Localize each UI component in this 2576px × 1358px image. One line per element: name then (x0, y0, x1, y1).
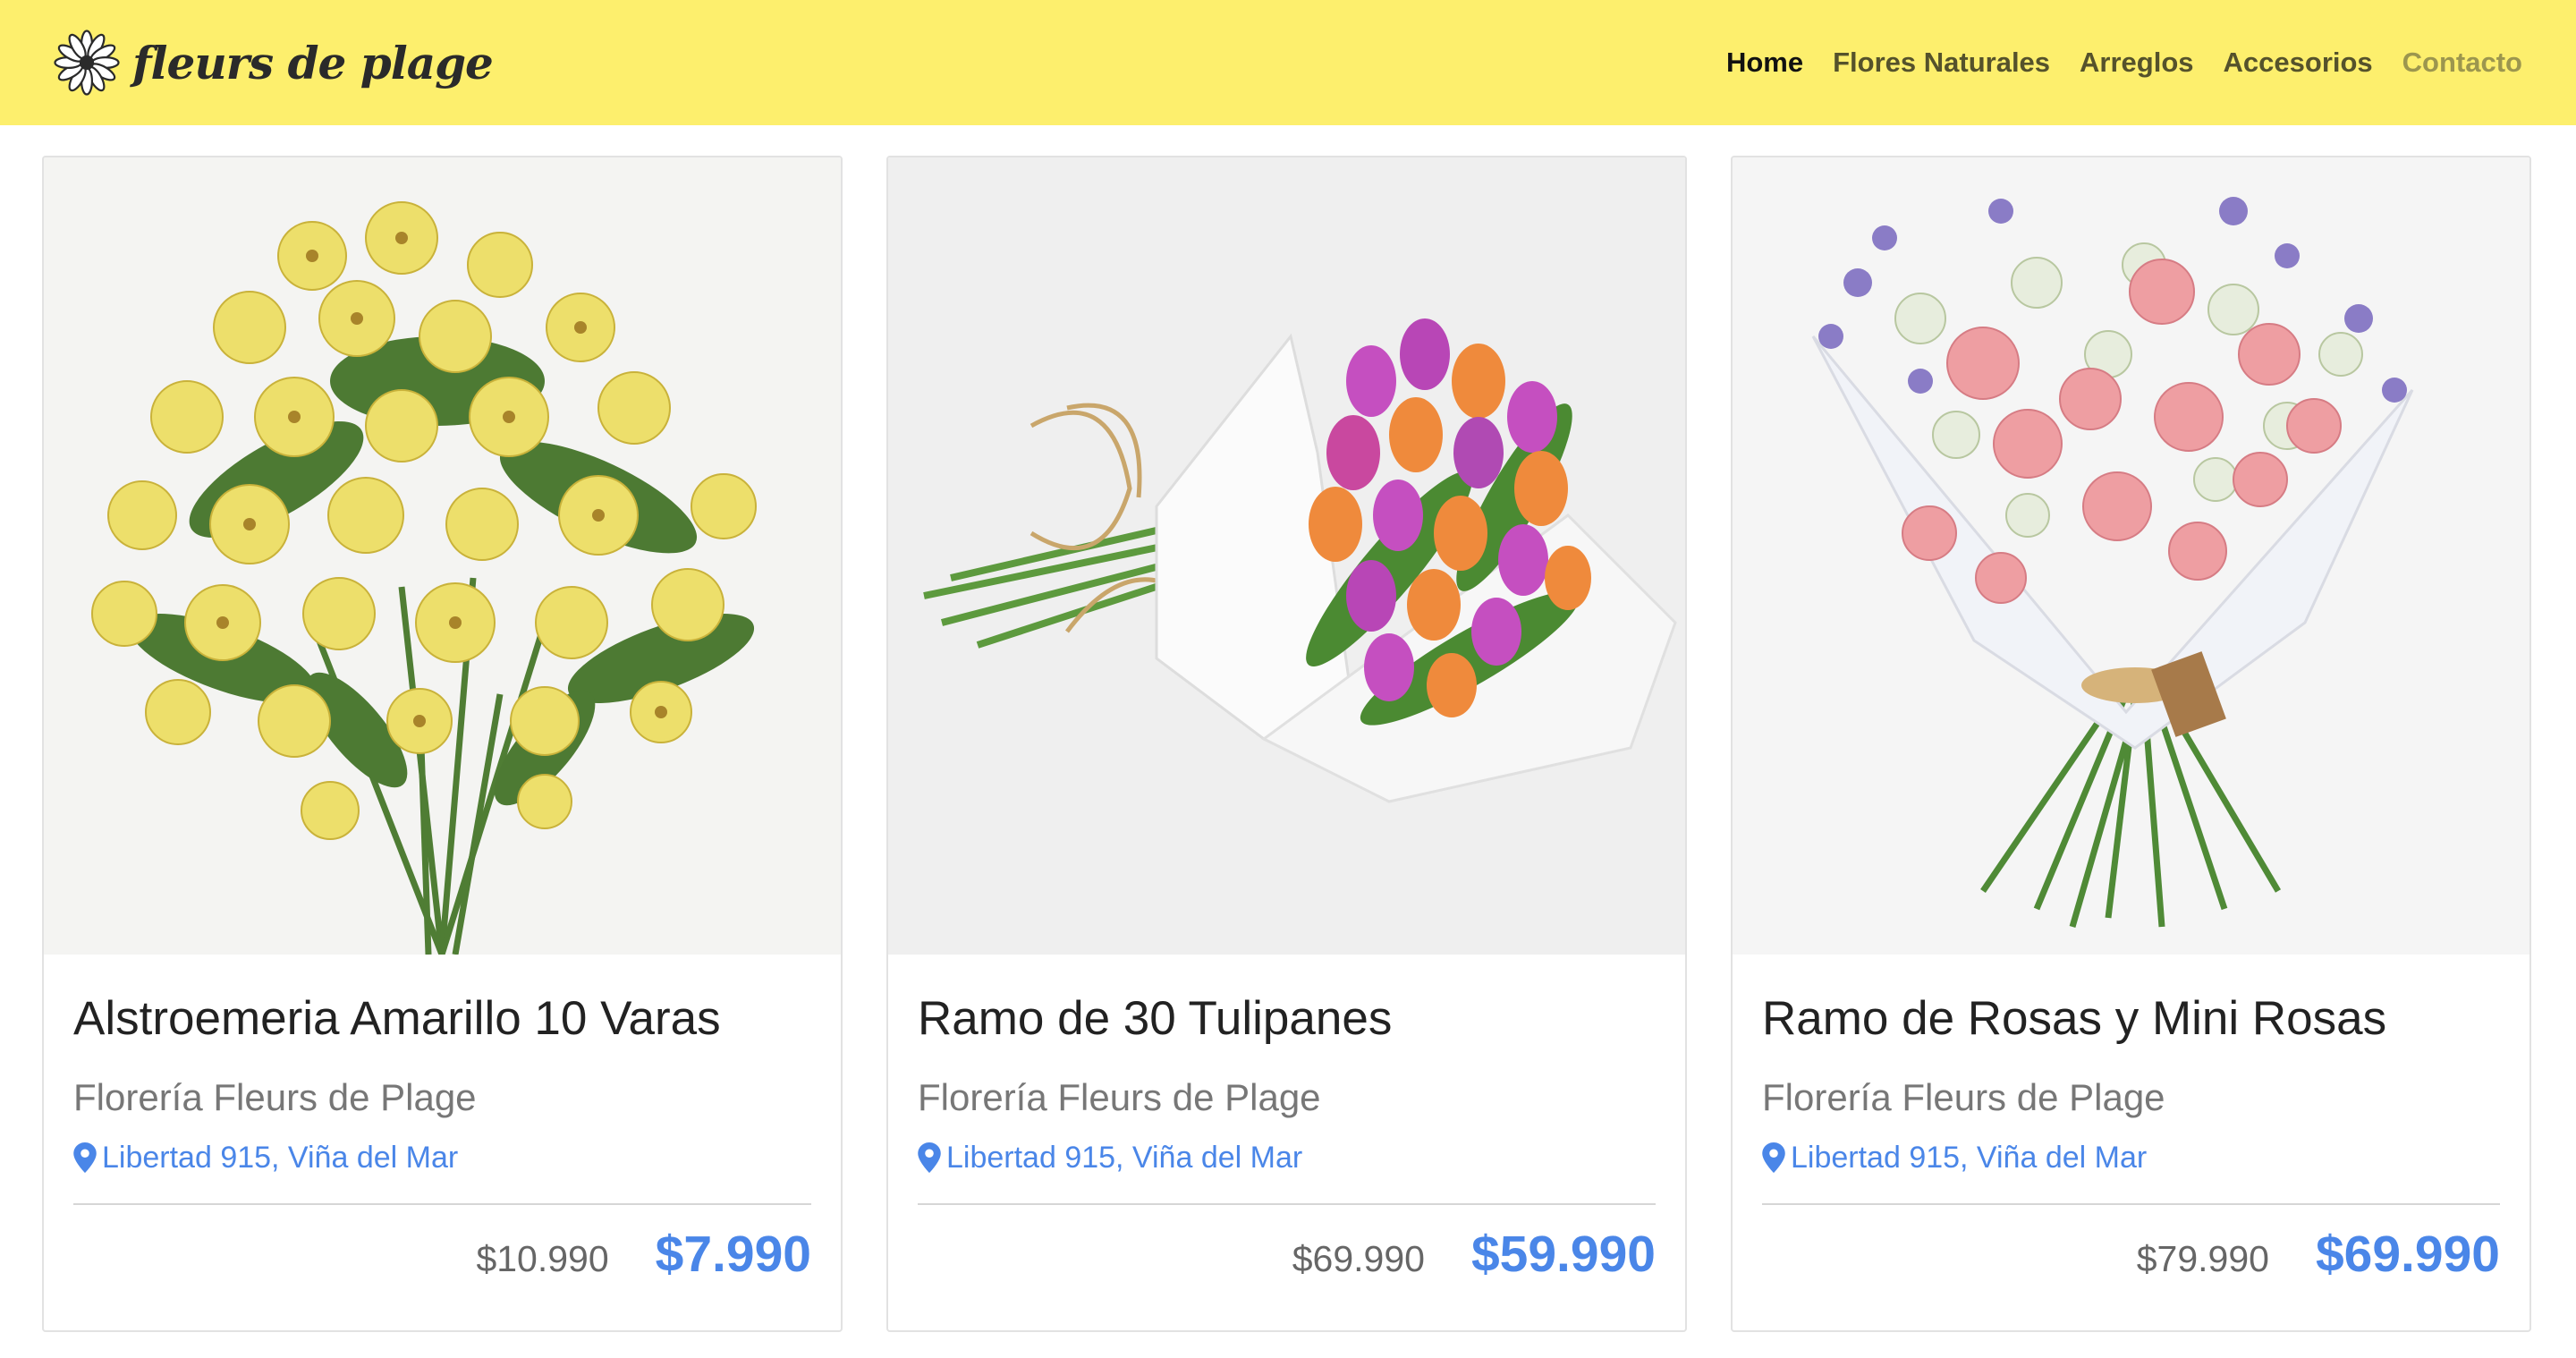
product-card[interactable]: Ramo de Rosas y Mini Rosas Florería Fleu… (1731, 156, 2531, 1332)
map-pin-icon (73, 1142, 97, 1173)
product-title[interactable]: Ramo de Rosas y Mini Rosas (1762, 990, 2500, 1048)
map-pin-icon (1762, 1142, 1785, 1173)
divider (73, 1203, 811, 1205)
product-card[interactable]: Ramo de 30 Tulipanes Florería Fleurs de … (886, 156, 1687, 1332)
old-price: $10.990 (476, 1238, 609, 1279)
shop-location[interactable]: Libertad 915, Viña del Mar (918, 1139, 1656, 1176)
daisy-logo-icon (54, 30, 120, 96)
divider (918, 1203, 1656, 1205)
alstroemeria-image (44, 157, 841, 955)
old-price: $69.990 (1292, 1238, 1425, 1279)
old-price: $79.990 (2136, 1238, 2269, 1279)
nav-arreglos[interactable]: Arreglos (2080, 47, 2193, 79)
brand-name: fleurs de plage (132, 36, 494, 89)
shop-location[interactable]: Libertad 915, Viña del Mar (1762, 1139, 2500, 1176)
product-grid: Alstroemeria Amarillo 10 Varas Florería … (42, 156, 2531, 1332)
price-row: $10.990 $7.990 (73, 1225, 811, 1284)
product-card[interactable]: Alstroemeria Amarillo 10 Varas Florería … (42, 156, 843, 1332)
brand-logo[interactable]: fleurs de plage (54, 30, 494, 96)
rose-image (1733, 157, 2529, 955)
divider (1762, 1203, 2500, 1205)
current-price: $7.990 (655, 1226, 811, 1283)
tulip-image (888, 157, 1685, 955)
shop-name: Florería Fleurs de Plage (73, 1076, 477, 1118)
price-row: $79.990 $69.990 (1762, 1225, 2500, 1284)
shop-location[interactable]: Libertad 915, Viña del Mar (73, 1139, 811, 1176)
nav-contacto[interactable]: Contacto (2402, 47, 2522, 79)
nav-flores-naturales[interactable]: Flores Naturales (1833, 47, 2050, 79)
shop-name: Florería Fleurs de Plage (918, 1076, 1321, 1118)
product-title[interactable]: Alstroemeria Amarillo 10 Varas (73, 990, 811, 1048)
card-body: Ramo de 30 Tulipanes Florería Fleurs de … (918, 955, 1656, 1284)
main-nav: Home Flores Naturales Arreglos Accesorio… (1726, 47, 2522, 79)
price-row: $69.990 $59.990 (918, 1225, 1656, 1284)
nav-home[interactable]: Home (1726, 47, 1803, 79)
location-text: Libertad 915, Viña del Mar (102, 1141, 459, 1175)
product-title[interactable]: Ramo de 30 Tulipanes (918, 990, 1656, 1048)
card-body: Alstroemeria Amarillo 10 Varas Florería … (73, 955, 811, 1284)
product-image-tulipanes[interactable] (888, 157, 1685, 955)
nav-accesorios[interactable]: Accesorios (2224, 47, 2373, 79)
current-price: $69.990 (2315, 1226, 2500, 1283)
location-text: Libertad 915, Viña del Mar (1791, 1141, 2148, 1175)
location-text: Libertad 915, Viña del Mar (946, 1141, 1303, 1175)
current-price: $59.990 (1470, 1226, 1656, 1283)
map-pin-icon (918, 1142, 941, 1173)
product-image-rosas[interactable] (1733, 157, 2529, 955)
shop-name: Florería Fleurs de Plage (1762, 1076, 2165, 1118)
product-image-alstroemeria[interactable] (44, 157, 841, 955)
card-body: Ramo de Rosas y Mini Rosas Florería Fleu… (1762, 955, 2500, 1284)
navbar: fleurs de plage Home Flores Naturales Ar… (0, 0, 2576, 125)
